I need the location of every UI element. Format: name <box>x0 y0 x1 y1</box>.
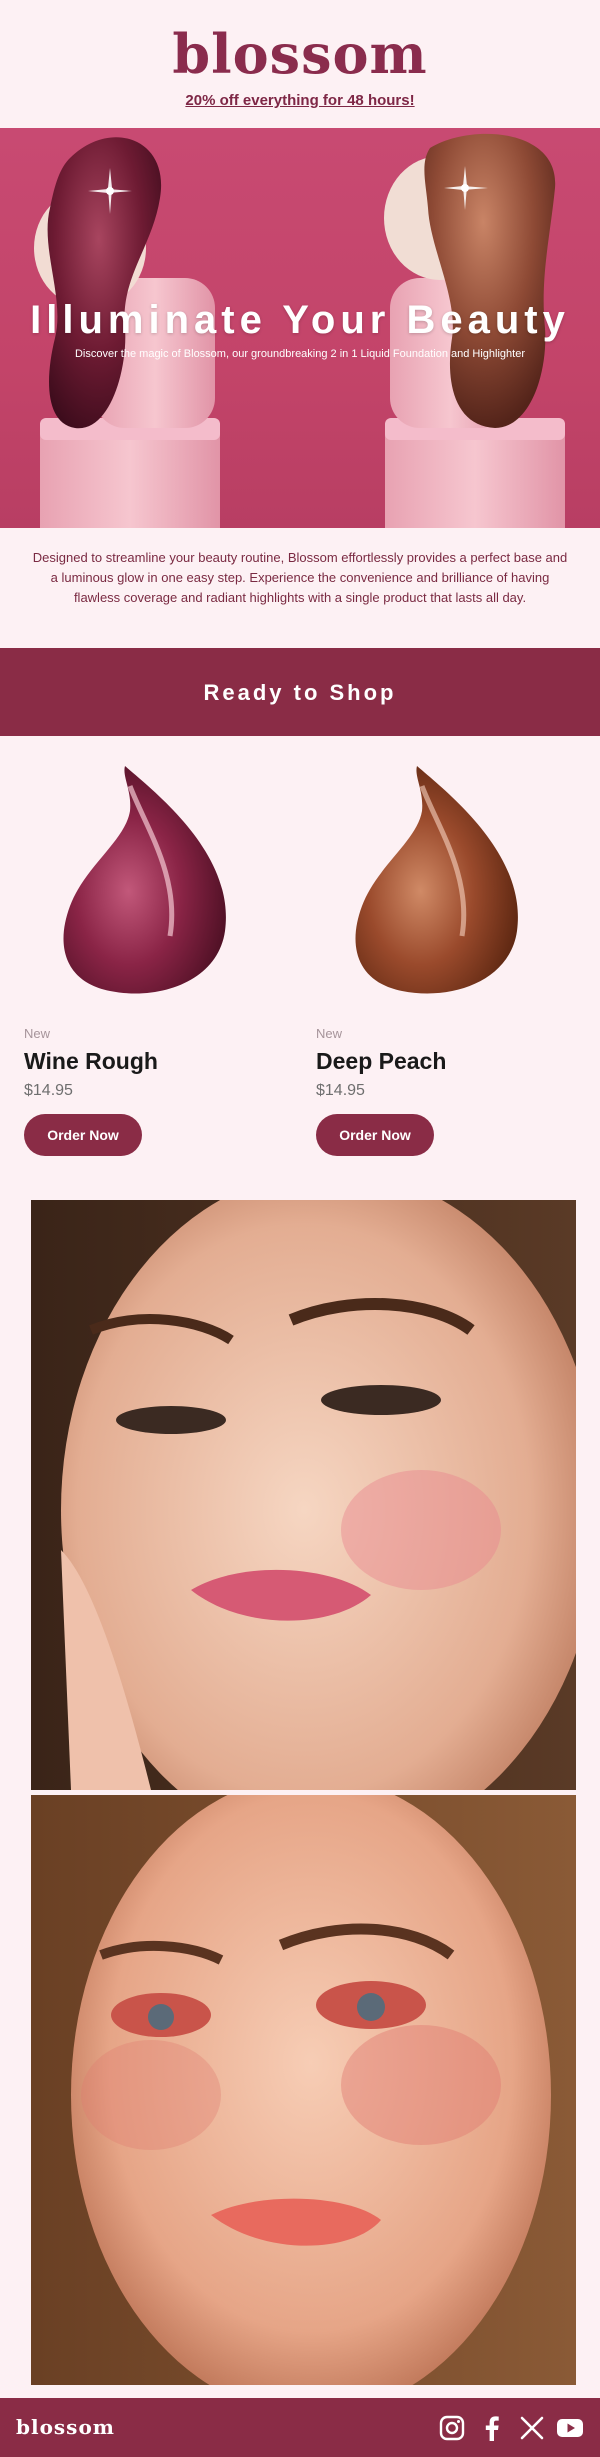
order-now-button[interactable]: Order Now <box>24 1114 142 1156</box>
product-name: Deep Peach <box>316 1048 447 1074</box>
promo-link[interactable]: 20% off everything for 48 hours! <box>0 92 600 109</box>
instagram-icon[interactable] <box>438 2414 466 2442</box>
product-name: Wine Rough <box>24 1048 158 1074</box>
product-swatch-image <box>355 766 518 994</box>
email-footer: blossom <box>0 2398 600 2457</box>
shop-heading: Ready to Shop <box>203 680 397 705</box>
product-price: $14.95 <box>24 1082 73 1099</box>
product-card-wine-rough: New Wine Rough $14.95 Order Now <box>0 736 280 1176</box>
x-icon[interactable] <box>518 2414 546 2442</box>
product-card-deep-peach: New Deep Peach $14.95 Order Now <box>292 736 572 1176</box>
model-photo-2 <box>31 1795 576 2385</box>
product-price: $14.95 <box>316 1082 365 1099</box>
product-badge: New <box>24 1026 51 1041</box>
model-photo-1 <box>31 1200 576 1790</box>
product-badge: New <box>316 1026 343 1041</box>
hero-banner: Illuminate Your Beauty Discover the magi… <box>0 128 600 528</box>
hero-subtitle: Discover the magic of Blossom, our groun… <box>74 348 526 360</box>
facebook-icon[interactable] <box>478 2414 506 2442</box>
hero-title: Illuminate Your Beauty <box>30 298 570 342</box>
intro-text: Designed to streamline your beauty routi… <box>32 550 568 605</box>
shop-banner: Ready to Shop <box>0 648 600 736</box>
footer-logo[interactable]: blossom <box>16 2415 115 2439</box>
product-swatch-image <box>63 766 226 994</box>
youtube-icon[interactable] <box>556 2414 584 2442</box>
brand-logo[interactable]: blossom <box>0 22 600 86</box>
order-now-button[interactable]: Order Now <box>316 1114 434 1156</box>
email-header: blossom 20% off everything for 48 hours! <box>0 0 600 128</box>
